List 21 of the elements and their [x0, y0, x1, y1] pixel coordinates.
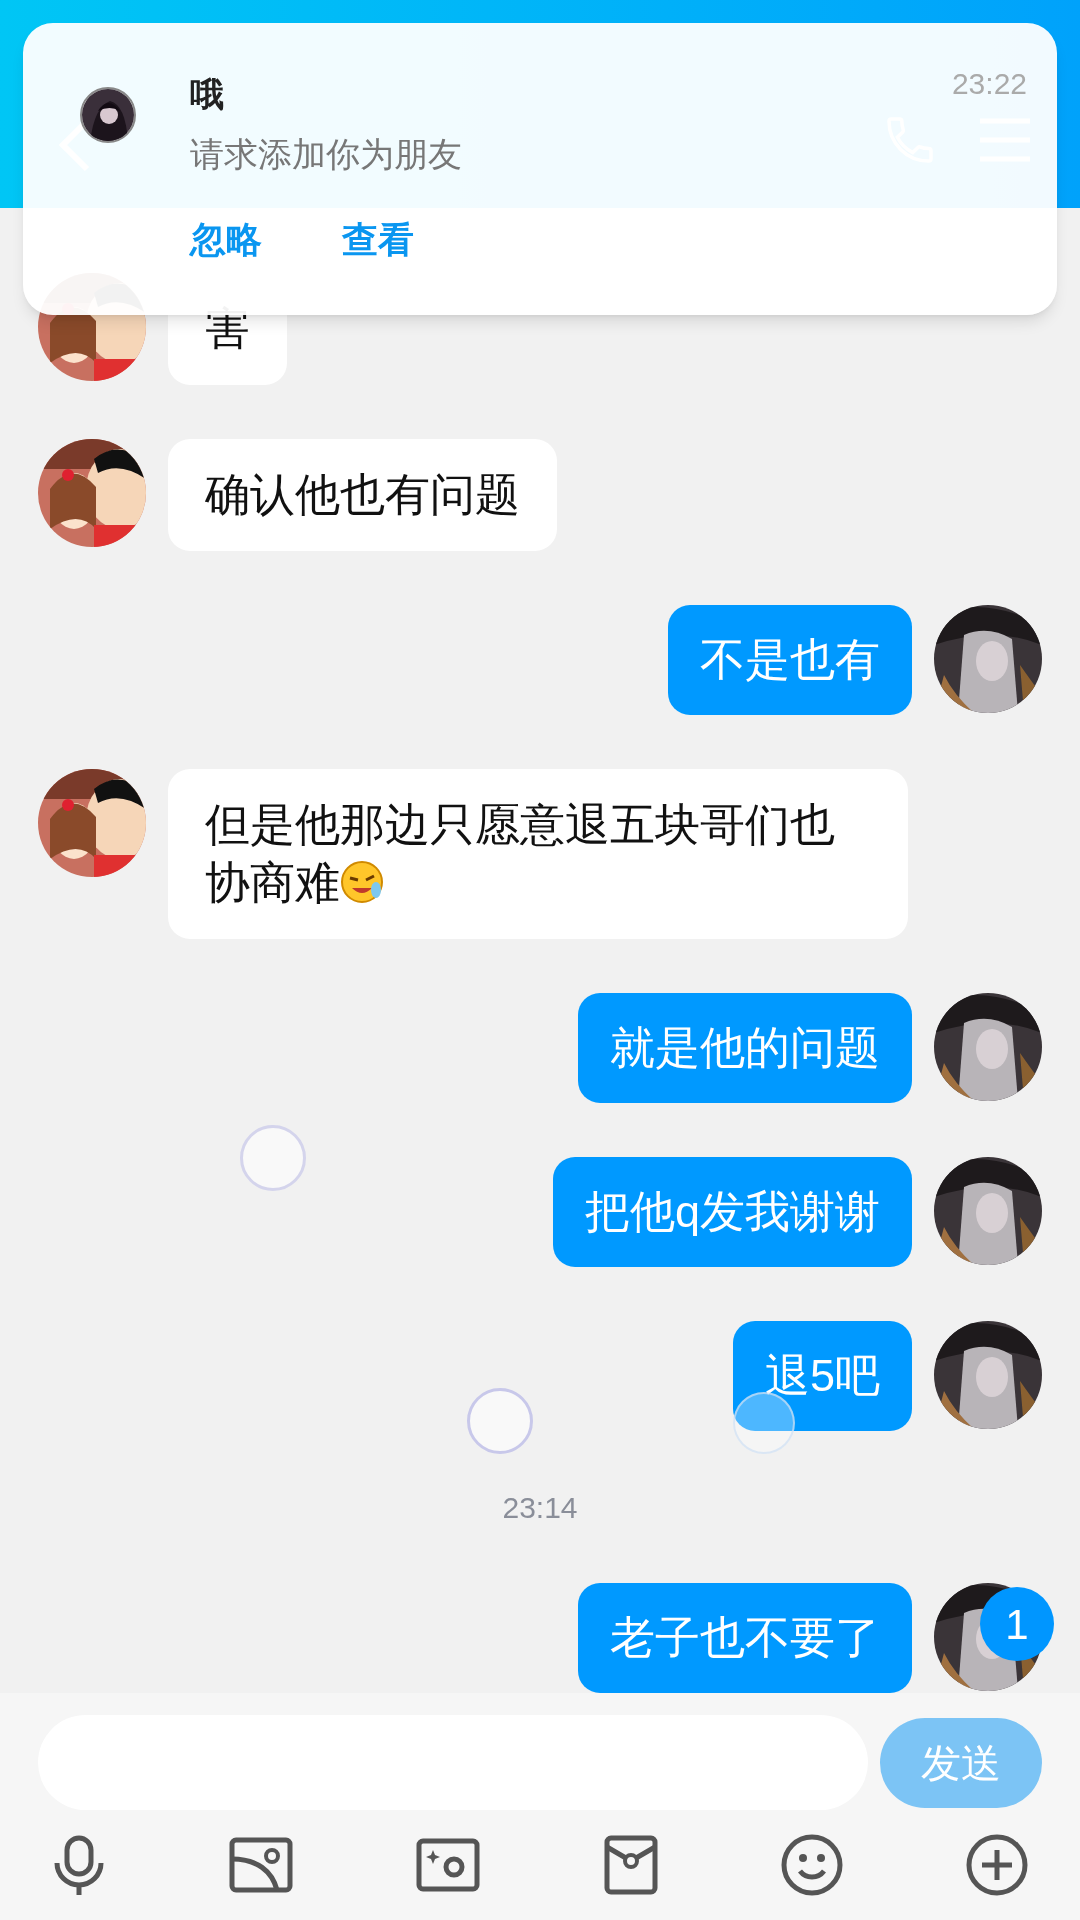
message-bubble[interactable]: 把他q发我谢谢 [552, 1157, 912, 1267]
notification-action[interactable]: 忽略 [190, 213, 262, 267]
notification-title: 哦 [190, 74, 225, 115]
image-icon[interactable] [229, 1837, 294, 1893]
notification-message: 请求添加你为朋友 [190, 134, 462, 175]
send-button[interactable]: 发送 [880, 1717, 1042, 1808]
microphone-icon[interactable] [52, 1835, 106, 1895]
emoji-icon[interactable] [780, 1834, 843, 1896]
envelope-icon[interactable] [603, 1835, 658, 1895]
add-icon[interactable] [965, 1834, 1028, 1896]
notification-time: 23:22 [951, 66, 1027, 102]
notification-action[interactable]: 查看 [342, 213, 414, 267]
message-bubble[interactable]: 老子也不要了 [578, 1583, 912, 1693]
message-bubble[interactable]: 退5吧 [732, 1321, 912, 1431]
camera-icon[interactable] [416, 1838, 481, 1892]
timestamp: 23:14 [502, 1489, 578, 1526]
notification-card[interactable]: 哦 请求添加你为朋友 23:22 忽略 查看 [23, 23, 1057, 315]
message-bubble[interactable]: 不是也有 [668, 605, 912, 715]
message-bubble[interactable]: 确认他也有问题 [168, 439, 557, 551]
message-bubble[interactable]: 就是他的问题 [578, 993, 912, 1103]
message-bubble[interactable]: 但是他那边只愿意退五块哥们也协商难 [168, 769, 908, 939]
